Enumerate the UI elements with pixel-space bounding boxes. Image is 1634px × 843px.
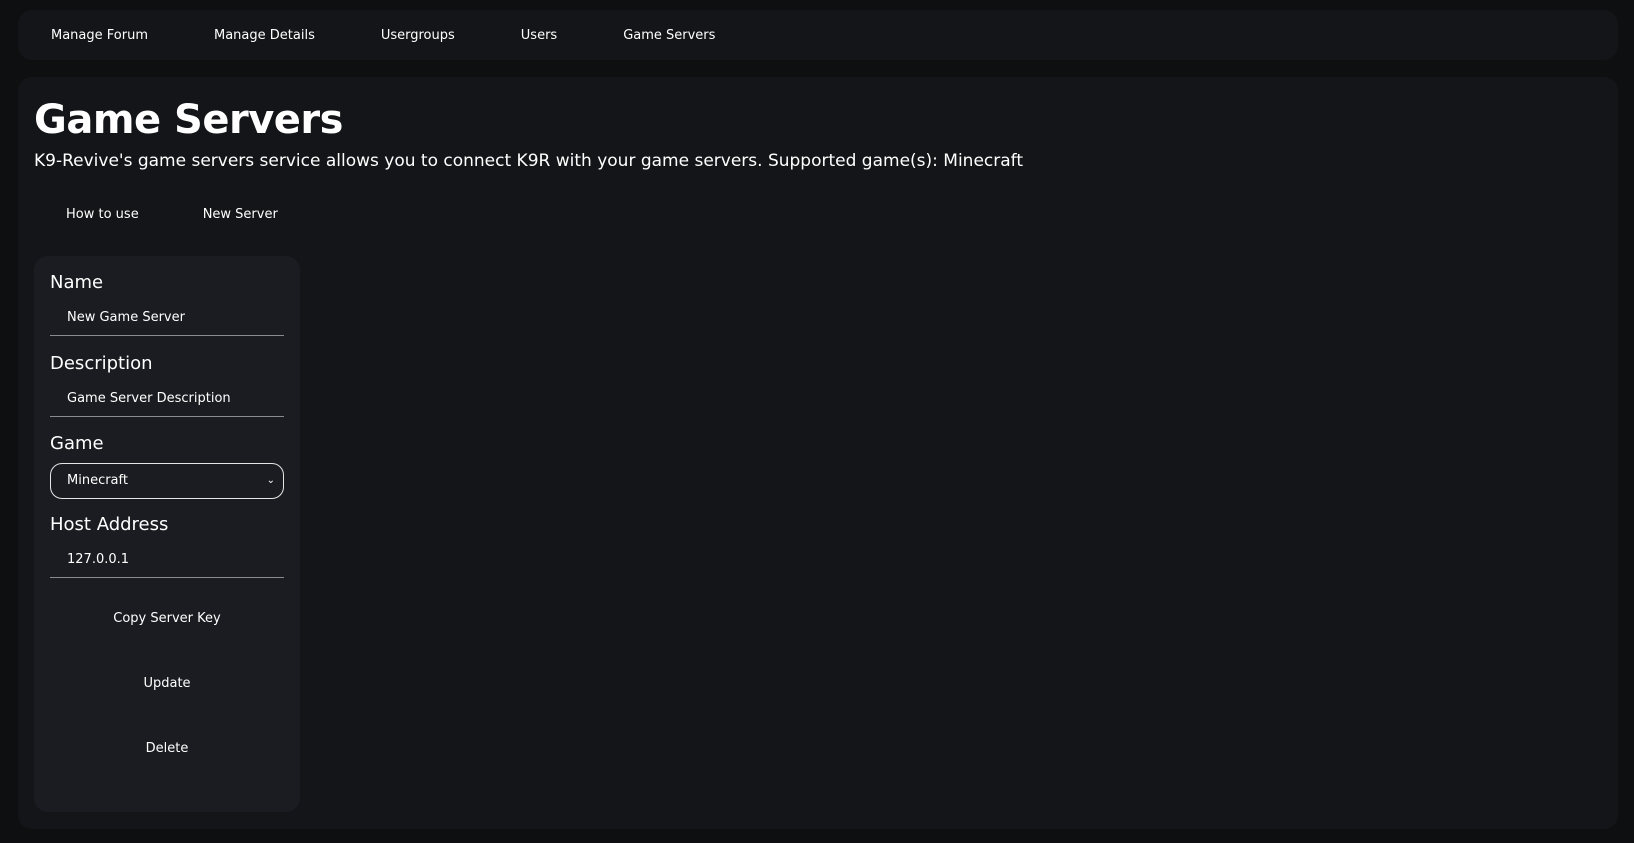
- main-panel: Game Servers K9-Revive's game servers se…: [18, 77, 1618, 829]
- description-input[interactable]: Game Server Description: [50, 381, 284, 417]
- nav-item-manage-details[interactable]: Manage Details: [214, 28, 315, 43]
- server-card: Name New Game Server Description Game Se…: [34, 256, 300, 812]
- top-navigation: Manage Forum Manage Details Usergroups U…: [18, 10, 1618, 60]
- chevron-down-icon: ⌄: [266, 475, 275, 486]
- action-bar: How to use New Server: [34, 205, 310, 225]
- nav-item-users[interactable]: Users: [521, 28, 557, 43]
- page-subtitle: K9-Revive's game servers service allows …: [34, 151, 1024, 171]
- nav-item-game-servers[interactable]: Game Servers: [623, 28, 715, 43]
- name-input[interactable]: New Game Server: [50, 300, 284, 336]
- nav-item-manage-forum[interactable]: Manage Forum: [51, 28, 148, 43]
- game-select[interactable]: Minecraft ⌄: [50, 463, 284, 499]
- new-server-button[interactable]: New Server: [171, 205, 310, 225]
- nav-item-usergroups[interactable]: Usergroups: [381, 28, 455, 43]
- game-label: Game: [50, 433, 104, 454]
- copy-server-key-button[interactable]: Copy Server Key: [50, 605, 284, 633]
- host-address-label: Host Address: [50, 514, 169, 535]
- game-select-value: Minecraft: [67, 473, 128, 488]
- update-button[interactable]: Update: [50, 670, 284, 698]
- page-title: Game Servers: [34, 97, 343, 143]
- name-label: Name: [50, 272, 104, 293]
- how-to-use-button[interactable]: How to use: [34, 205, 171, 225]
- delete-button[interactable]: Delete: [50, 735, 284, 763]
- host-address-input[interactable]: 127.0.0.1: [50, 542, 284, 578]
- description-label: Description: [50, 353, 153, 374]
